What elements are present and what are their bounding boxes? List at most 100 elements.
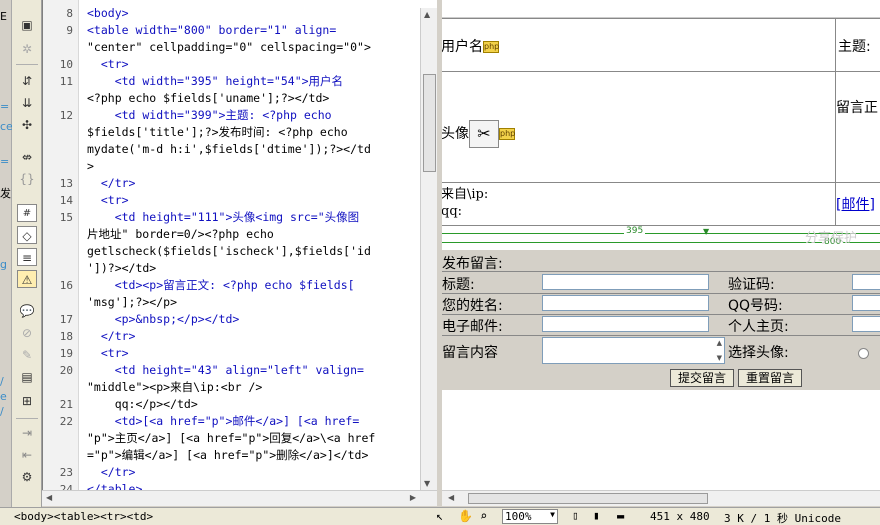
code-line: <td>[<a href="p">邮件</a>] [<a href=	[87, 414, 360, 428]
select-parent-tag-icon[interactable]: ⇎	[17, 148, 37, 166]
table-width-ruler: 395 ▼ 800 分享保护	[442, 224, 880, 250]
email-field-label: 电子邮件:	[442, 319, 503, 335]
left-strip-char: /	[0, 375, 4, 388]
window-size-icon[interactable]: ▮	[593, 509, 600, 522]
line-number: 9	[66, 24, 73, 37]
message-label: 留言正	[836, 100, 878, 116]
code-line: <td width="395" height="54">用户名	[87, 74, 344, 88]
php-icon: php	[499, 128, 516, 140]
open-documents-icon[interactable]: ▣	[17, 16, 37, 34]
wrap-tag-icon[interactable]: ✎	[17, 346, 37, 364]
editor-window: E = ce = 发 g / e / ▣ ✲ ⇵ ⇊ ✣ ⇎ {} # ◇ ≡ …	[0, 0, 880, 525]
code-horizontal-scrollbar[interactable]: ◀ ▶	[42, 490, 440, 506]
code-line: mydate('m-d h:i',$fields['dtime']);?></t…	[87, 142, 371, 156]
status-bar: <body><table><tr><td> ↖ ✋ ⌕ 100% ▼ ▯ ▮ ▬…	[0, 507, 880, 525]
design-horizontal-scrollbar[interactable]: ◀	[442, 490, 880, 506]
name-input[interactable]	[542, 295, 709, 311]
design-view[interactable]: 用户名php 主题: 头像 ✂ php 留言正 来自\ip: qq: [邮件] 39…	[442, 0, 880, 490]
syntax-warning-icon[interactable]: ⚠	[17, 270, 37, 288]
spin-down-icon[interactable]: ▼	[717, 354, 722, 362]
monitor-icon[interactable]: ▬	[617, 509, 624, 523]
recent-snippets-icon[interactable]: ▤	[17, 368, 37, 386]
qq-field-label: QQ号码:	[728, 298, 783, 314]
avatar-radio[interactable]	[858, 348, 869, 359]
watermark: 分享保护	[805, 231, 858, 246]
homepage-input[interactable]	[852, 316, 880, 332]
ruler-marker-icon: ▼	[703, 227, 710, 236]
subject-label: 主题:	[838, 39, 871, 55]
content-textarea[interactable]: ▲ ▼	[542, 337, 725, 364]
apply-comment-icon[interactable]: 💬	[17, 302, 37, 320]
scroll-down-arrow-icon[interactable]: ▼	[424, 479, 430, 488]
scrollbar-thumb[interactable]	[423, 74, 436, 172]
table-cell-username[interactable]: 用户名php	[442, 18, 836, 72]
line-number: 10	[59, 58, 73, 71]
scroll-left-arrow-icon[interactable]: ◀	[448, 493, 454, 502]
reset-button[interactable]: 重置留言	[738, 369, 802, 387]
email-link[interactable]: [邮件]	[836, 197, 875, 213]
captcha-input[interactable]	[852, 274, 880, 290]
pointer-tool-icon[interactable]: ↖	[436, 509, 443, 523]
collapse-tag-icon[interactable]: ⇵	[17, 72, 37, 90]
table-cell-subject[interactable]: 主题:	[835, 18, 880, 72]
table-cell-actions[interactable]: [邮件]	[835, 182, 880, 226]
code-line: <td><p>留言正文: <?php echo $fields[	[87, 278, 355, 292]
email-input[interactable]	[542, 316, 709, 332]
name-field-label: 您的姓名:	[442, 298, 503, 314]
download-size-readout: 3 K / 1 秒 Unicode (UTF-8)	[724, 512, 841, 525]
expand-all-icon[interactable]: ✣	[17, 116, 37, 134]
balance-braces-icon[interactable]: {}	[17, 170, 37, 188]
scrollbar-thumb[interactable]	[468, 493, 708, 504]
design-top-edge	[442, 0, 880, 18]
left-strip-char: /	[0, 405, 4, 418]
code-line: 片地址" border=0/><?php echo	[87, 227, 274, 241]
code-line: "middle"><p>来自\ip:<br />	[87, 380, 263, 394]
line-number: 19	[59, 347, 73, 360]
qq-input[interactable]	[852, 295, 880, 311]
zoom-tool-icon[interactable]: ⌕	[480, 509, 487, 523]
line-number: 20	[59, 364, 73, 377]
line-number: 17	[59, 313, 73, 326]
form-title: 发布留言:	[442, 256, 503, 272]
code-line: 'msg'];?></p>	[87, 295, 178, 309]
code-view[interactable]: 8 9 10 11 12 13 14 15 16 17 18 19 20 21 22 23 24 <body> <…	[42, 0, 440, 490]
scroll-up-arrow-icon[interactable]: ▲	[424, 10, 430, 19]
collapse-selection-icon[interactable]: ⇊	[17, 94, 37, 112]
table-cell-from[interactable]: 来自\ip: qq:	[442, 182, 836, 226]
code-line: <td height="43" align="left" valign=	[87, 363, 364, 377]
line-number: 12	[59, 109, 73, 122]
word-wrap-icon[interactable]: ≡	[17, 248, 37, 266]
move-css-icon[interactable]: ⊞	[17, 392, 37, 410]
outdent-code-icon[interactable]: ⇤	[17, 446, 37, 464]
hand-tool-icon[interactable]: ✋	[458, 509, 473, 523]
remove-comment-icon[interactable]: ⊘	[17, 324, 37, 342]
scroll-right-arrow-icon[interactable]: ▶	[410, 493, 416, 502]
format-source-icon[interactable]: ⚙	[17, 468, 37, 486]
line-numbers-icon[interactable]: #	[17, 204, 37, 222]
tag-selector[interactable]: <body><table><tr><td>	[14, 510, 153, 523]
highlight-invalid-code-icon[interactable]: ◇	[17, 226, 37, 244]
zoom-select[interactable]: 100% ▼	[502, 509, 558, 524]
qq-label: qq:	[442, 204, 463, 219]
scroll-left-arrow-icon[interactable]: ◀	[46, 493, 52, 502]
form-divider	[442, 335, 880, 336]
code-line: </tr>	[87, 465, 136, 479]
code-line: "p">主页</a>] [<a href="p">回复</a>\<a href	[87, 431, 376, 445]
table-cell-message[interactable]: 留言正	[835, 71, 880, 183]
indent-code-icon[interactable]: ⇥	[17, 424, 37, 442]
form-divider	[442, 271, 880, 272]
left-strip-char: g	[0, 258, 7, 271]
spin-up-icon[interactable]: ▲	[717, 339, 722, 347]
code-vertical-scrollbar[interactable]: ▲ ▼	[420, 8, 437, 490]
table-cell-avatar[interactable]: 头像 ✂ php	[442, 71, 836, 183]
ruler-column-width: 395	[624, 226, 646, 236]
window-size-icon[interactable]: ▯	[572, 509, 579, 522]
subject-input[interactable]	[542, 274, 709, 290]
php-icon: php	[483, 41, 500, 53]
submit-button[interactable]: 提交留言	[670, 369, 734, 387]
line-number: 21	[59, 398, 73, 411]
username-label: 用户名	[442, 39, 483, 55]
window-size-readout[interactable]: 451 x 480	[650, 510, 710, 523]
gear-icon[interactable]: ✲	[17, 40, 37, 58]
from-ip-label: 来自\ip:	[442, 187, 489, 202]
